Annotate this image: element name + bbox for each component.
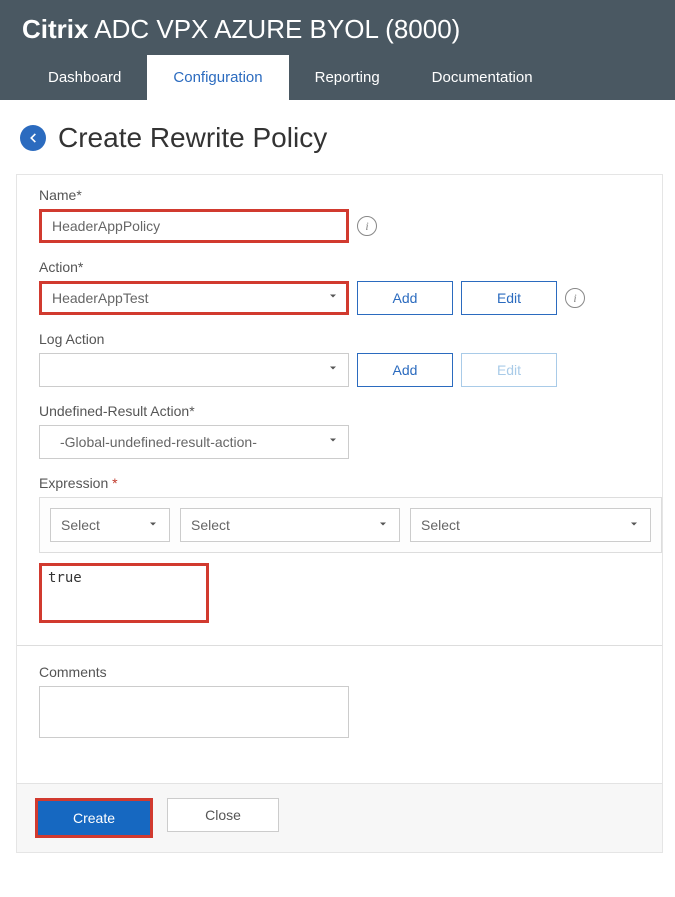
tab-configuration[interactable]: Configuration <box>147 55 288 100</box>
name-input[interactable] <box>39 209 349 243</box>
tab-reporting[interactable]: Reporting <box>289 55 406 100</box>
chevron-down-icon <box>628 517 640 533</box>
expression-label: Expression * <box>39 475 642 491</box>
comments-textarea[interactable] <box>39 686 349 738</box>
action-select[interactable] <box>39 281 349 315</box>
brand-title: Citrix ADC VPX AZURE BYOL (8000) <box>22 14 653 45</box>
expression-textarea[interactable] <box>39 563 209 623</box>
action-edit-button[interactable]: Edit <box>461 281 557 315</box>
arrow-left-icon <box>26 131 40 145</box>
tab-dashboard[interactable]: Dashboard <box>22 55 147 100</box>
action-label: Action* <box>39 259 642 275</box>
chevron-down-icon <box>147 517 159 533</box>
undefined-action-select[interactable] <box>39 425 349 459</box>
name-label: Name* <box>39 187 642 203</box>
info-icon[interactable]: i <box>565 288 585 308</box>
log-action-add-button[interactable]: Add <box>357 353 453 387</box>
log-action-label: Log Action <box>39 331 642 347</box>
back-button[interactable] <box>20 125 46 151</box>
nav-tabs: Dashboard Configuration Reporting Docume… <box>0 55 675 100</box>
log-action-edit-button: Edit <box>461 353 557 387</box>
action-add-button[interactable]: Add <box>357 281 453 315</box>
form-footer: Create Close <box>17 783 662 852</box>
form-panel: Name* i Action* Add Edit i <box>16 174 663 853</box>
create-highlight: Create <box>35 798 153 838</box>
expression-select-2[interactable]: Select <box>180 508 400 542</box>
app-header: Citrix ADC VPX AZURE BYOL (8000) <box>0 0 675 55</box>
page-title: Create Rewrite Policy <box>58 122 327 154</box>
tab-documentation[interactable]: Documentation <box>406 55 559 100</box>
comments-label: Comments <box>39 664 642 680</box>
chevron-down-icon <box>377 517 389 533</box>
expression-select-3[interactable]: Select <box>410 508 651 542</box>
log-action-select[interactable] <box>39 353 349 387</box>
expression-select-1[interactable]: Select <box>50 508 170 542</box>
undefined-action-label: Undefined-Result Action* <box>39 403 642 419</box>
expression-toolbar: Select Select Select <box>39 497 662 553</box>
create-button[interactable]: Create <box>38 801 150 835</box>
info-icon[interactable]: i <box>357 216 377 236</box>
close-button[interactable]: Close <box>167 798 279 832</box>
